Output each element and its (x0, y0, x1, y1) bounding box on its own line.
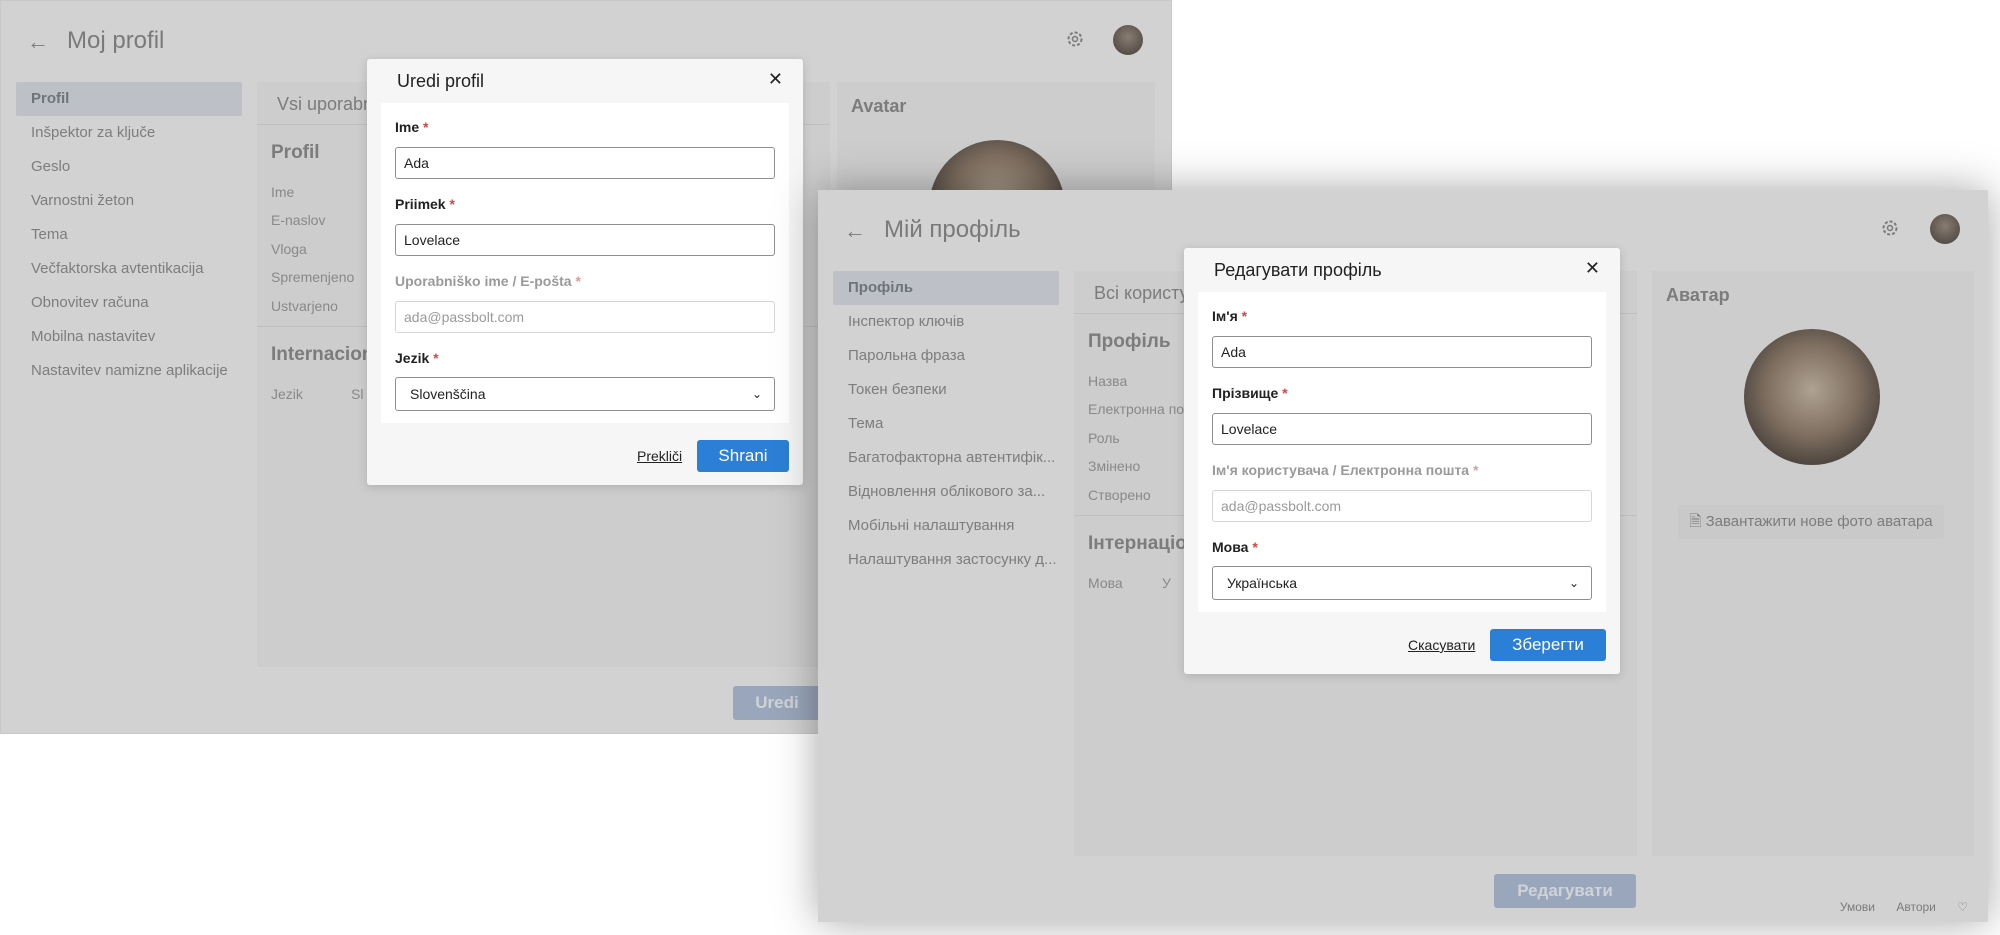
language-select[interactable]: Українська ⌄ (1212, 566, 1592, 600)
edit-profile-dialog: Uredi profil ✕ Ime * Ada Priimek * Lovel… (367, 59, 803, 485)
chevron-down-icon: ⌄ (1568, 576, 1579, 590)
language-select[interactable]: Slovenščina ⌄ (395, 377, 775, 411)
language-label: Jezik * (395, 350, 439, 366)
save-button[interactable]: Shrani (697, 440, 789, 472)
dialog-form: Ime * Ada Priimek * Lovelace Uporabniško… (381, 103, 789, 423)
last-name-input[interactable]: Lovelace (395, 224, 775, 256)
first-name-label: Ім'я * (1212, 308, 1248, 324)
dialog-title: Редагувати профіль (1214, 260, 1382, 280)
chevron-down-icon: ⌄ (751, 387, 762, 401)
dialog-form: Ім'я * Ada Прізвище * Lovelace Ім'я кори… (1198, 292, 1606, 612)
last-name-input[interactable]: Lovelace (1212, 413, 1592, 445)
language-select-value: Slovenščina (410, 386, 486, 402)
language-label: Мова * (1212, 539, 1258, 555)
username-label: Uporabniško ime / E-pošta * (395, 273, 581, 289)
first-name-label: Ime * (395, 119, 429, 135)
username-label: Ім'я користувача / Електронна пошта * (1212, 462, 1479, 478)
dialog-title: Uredi profil (397, 71, 485, 91)
save-button[interactable]: Зберегти (1490, 629, 1606, 661)
close-icon[interactable]: ✕ (1585, 258, 1600, 279)
username-input: ada@passbolt.com (395, 301, 775, 333)
profile-window-ukrainian: ← Мій профіль Профіль Інспектор ключів П… (818, 190, 1988, 922)
last-name-label: Priimek * (395, 196, 455, 212)
cancel-button[interactable]: Prekliči (637, 448, 682, 464)
language-select-value: Українська (1227, 575, 1298, 591)
first-name-input[interactable]: Ada (395, 147, 775, 179)
first-name-input[interactable]: Ada (1212, 336, 1592, 368)
username-input: ada@passbolt.com (1212, 490, 1592, 522)
cancel-button[interactable]: Скасувати (1408, 637, 1475, 653)
close-icon[interactable]: ✕ (768, 69, 783, 90)
last-name-label: Прізвище * (1212, 385, 1288, 401)
edit-profile-dialog: Редагувати профіль ✕ Ім'я * Ada Прізвище… (1184, 248, 1620, 674)
